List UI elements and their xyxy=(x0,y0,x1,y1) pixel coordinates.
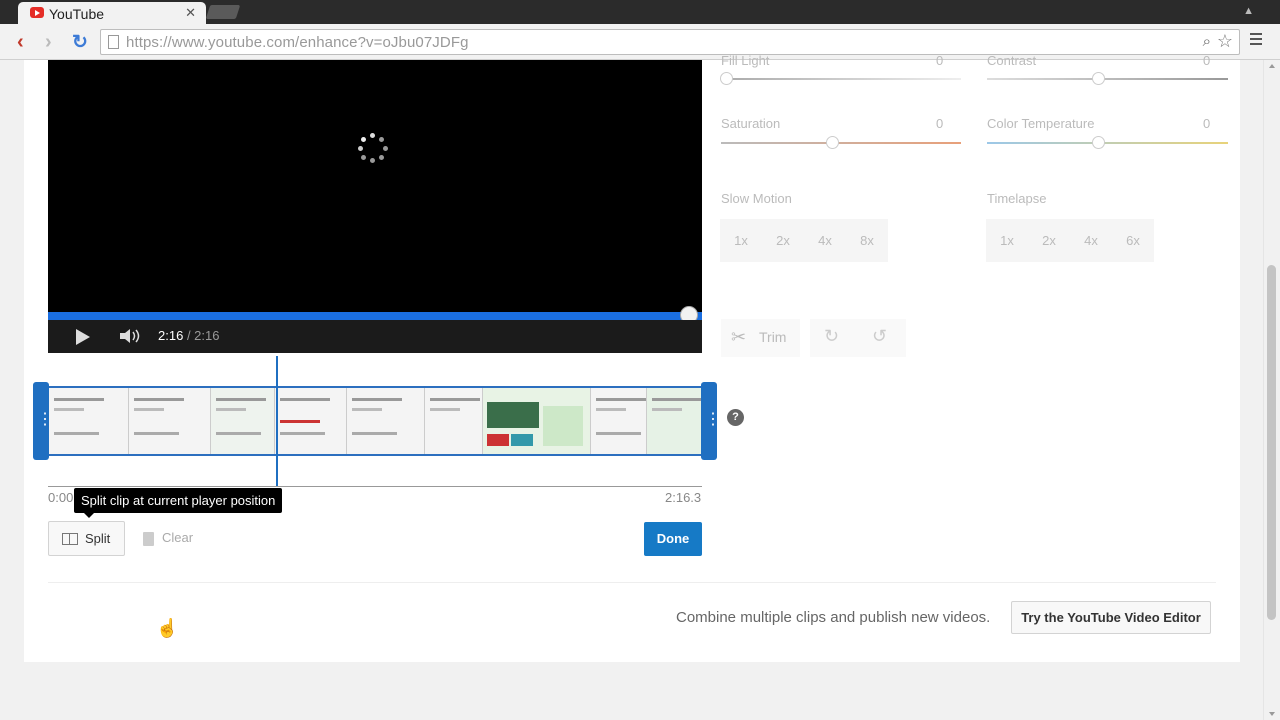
thumbnail-strip[interactable] xyxy=(49,386,701,456)
current-time: 2:16 xyxy=(158,328,184,343)
video-editor-button[interactable]: Try the YouTube Video Editor xyxy=(1011,601,1211,634)
volume-icon[interactable] xyxy=(120,328,144,344)
scroll-down-icon[interactable] xyxy=(1269,712,1275,716)
time-display: 2:16 / 2:16 xyxy=(158,328,219,343)
new-tab-button[interactable] xyxy=(205,5,241,19)
url-host: https://www.youtube.com xyxy=(126,34,296,51)
loading-spinner-icon xyxy=(358,133,388,163)
address-bar[interactable]: https://www.youtube.com/enhance?v=oJbu07… xyxy=(100,29,1240,55)
split-icon xyxy=(62,533,78,545)
scroll-up-icon[interactable] xyxy=(1269,64,1275,68)
slow-motion-label: Slow Motion xyxy=(721,191,792,206)
divider xyxy=(48,582,1216,583)
fill-light-knob[interactable] xyxy=(720,72,733,85)
rotate-left-icon[interactable]: ↺ xyxy=(872,326,887,347)
close-icon[interactable]: ✕ xyxy=(185,5,196,21)
play-icon[interactable] xyxy=(76,329,90,345)
saturation-value: 0 xyxy=(936,116,944,131)
scissors-icon: ✂ xyxy=(731,327,747,347)
thumbnail xyxy=(211,388,275,454)
thumbnail xyxy=(347,388,425,454)
timelapse-option[interactable]: 2x xyxy=(1028,219,1070,262)
done-button[interactable]: Done xyxy=(644,522,702,556)
contrast-label: Contrast xyxy=(987,53,1037,68)
trim-handle-right[interactable] xyxy=(701,382,721,460)
contrast-knob[interactable] xyxy=(1092,72,1105,85)
split-tooltip: Split clip at current player position xyxy=(74,488,283,518)
rotate-group: ↻ ↺ xyxy=(810,319,906,357)
slow-motion-option[interactable]: 2x xyxy=(762,219,804,262)
timelapse-selector[interactable]: 1x 2x 4x 6x xyxy=(986,219,1154,262)
contrast-slider[interactable] xyxy=(987,78,1228,80)
thumbnail xyxy=(275,388,347,454)
clear-label: Clear xyxy=(162,530,194,545)
color-temperature-value: 0 xyxy=(1203,116,1211,131)
scrollbar[interactable] xyxy=(1263,60,1280,720)
progress-bar[interactable] xyxy=(48,312,702,320)
url-text: https://www.youtube.com/enhance?v=oJbu07… xyxy=(126,34,469,51)
menu-icon[interactable] xyxy=(1250,33,1262,47)
youtube-icon xyxy=(30,7,44,18)
fill-light-slider[interactable] xyxy=(721,78,961,80)
split-button[interactable]: Split xyxy=(48,521,125,556)
search-icon[interactable]: ⌕ xyxy=(1203,33,1211,50)
slow-motion-option[interactable]: 8x xyxy=(846,219,888,262)
timeline-ruler xyxy=(48,486,702,487)
color-temperature-label: Color Temperature xyxy=(987,116,1095,131)
clear-button[interactable]: Clear xyxy=(131,521,205,556)
saturation-label: Saturation xyxy=(721,116,781,131)
combine-text: Combine multiple clips and publish new v… xyxy=(676,609,991,626)
trash-icon xyxy=(143,532,154,546)
contrast-value: 0 xyxy=(1203,53,1211,68)
url-path: /enhance?v=oJbu07JDFg xyxy=(295,34,469,51)
user-icon[interactable]: ▲ xyxy=(1243,5,1254,17)
browser-tab[interactable]: YouTube ✕ xyxy=(18,2,206,24)
hand-cursor-icon: ☝ xyxy=(156,618,179,638)
timeline-end: 2:16.3 xyxy=(665,490,702,505)
saturation-knob[interactable] xyxy=(826,136,839,149)
clip-timeline[interactable] xyxy=(33,382,721,460)
saturation-slider[interactable] xyxy=(721,142,961,144)
thumbnail xyxy=(591,388,647,454)
slow-motion-option[interactable]: 4x xyxy=(804,219,846,262)
timelapse-option[interactable]: 6x xyxy=(1112,219,1154,262)
trim-button[interactable]: ✂ Trim xyxy=(721,319,800,357)
fill-light-value: 0 xyxy=(936,53,944,68)
color-temperature-slider[interactable] xyxy=(987,142,1228,144)
scroll-thumb[interactable] xyxy=(1267,265,1276,620)
browser-titlebar: YouTube ✕ ▲ xyxy=(0,0,1280,24)
fill-light-label: Fill Light xyxy=(721,53,770,68)
duration: / 2:16 xyxy=(186,328,220,343)
rotate-right-icon[interactable]: ↻ xyxy=(824,326,839,347)
video-player[interactable]: 2:16 / 2:16 xyxy=(48,60,702,353)
help-icon[interactable]: ? xyxy=(727,409,744,426)
trim-label: Trim xyxy=(759,329,787,345)
star-icon[interactable]: ☆ xyxy=(1217,31,1233,52)
forward-icon[interactable]: › xyxy=(45,31,52,54)
slow-motion-option[interactable]: 1x xyxy=(720,219,762,262)
timelapse-option[interactable]: 4x xyxy=(1070,219,1112,262)
color-temperature-knob[interactable] xyxy=(1092,136,1105,149)
player-controls: 2:16 / 2:16 xyxy=(48,320,702,353)
playhead[interactable] xyxy=(276,356,278,486)
thumbnail xyxy=(129,388,211,454)
thumbnail xyxy=(425,388,483,454)
reload-icon[interactable]: ↻ xyxy=(72,31,88,54)
trim-handle-left[interactable] xyxy=(33,382,53,460)
thumbnail xyxy=(647,388,701,454)
page-icon xyxy=(108,35,119,49)
timeline-start: 0:00 xyxy=(48,490,74,505)
slow-motion-selector[interactable]: 1x 2x 4x 8x xyxy=(720,219,888,262)
thumbnail xyxy=(49,388,129,454)
timelapse-label: Timelapse xyxy=(987,191,1047,206)
browser-toolbar: ‹ › ↻ https://www.youtube.com/enhance?v=… xyxy=(0,24,1280,60)
page-viewport: 2:16 / 2:16 0:00 2:16.3 Split clip at cu… xyxy=(0,53,1280,720)
thumbnail xyxy=(483,388,591,454)
back-icon[interactable]: ‹ xyxy=(17,31,24,54)
split-label: Split xyxy=(85,531,111,546)
tab-title: YouTube xyxy=(49,6,105,22)
timelapse-option[interactable]: 1x xyxy=(986,219,1028,262)
